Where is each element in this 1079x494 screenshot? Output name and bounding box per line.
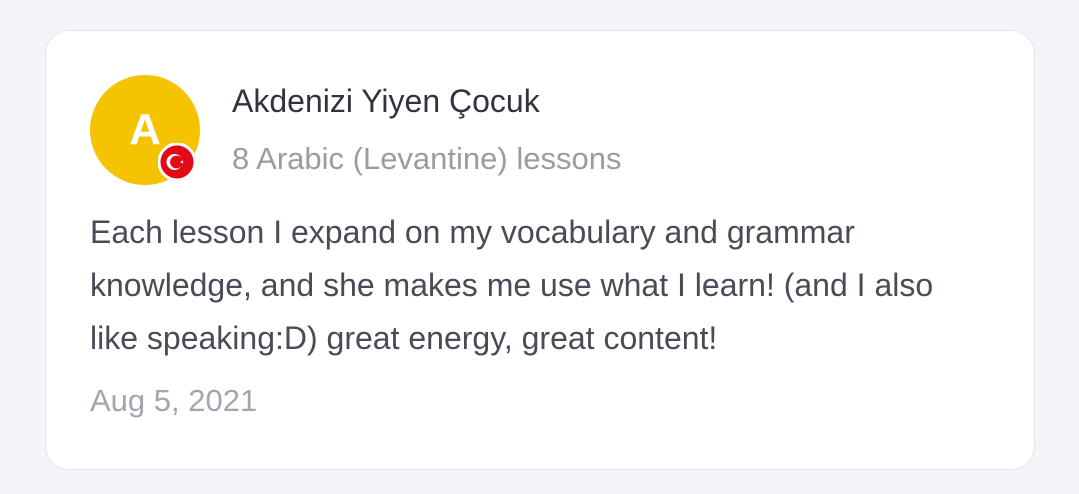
lessons-summary: 8 Arabic (Levantine) lessons	[232, 141, 622, 176]
review-date: Aug 5, 2021	[90, 383, 258, 418]
turkey-flag-icon	[158, 143, 196, 181]
review-text: Each lesson I expand on my vocabulary an…	[90, 214, 934, 356]
reviewer-name: Akdenizi Yiyen Çocuk	[232, 83, 540, 119]
review-card: A Akdenizi Yiyen Çocuk 8 Arabic (Levanti…	[45, 30, 1035, 470]
avatar-initial: A	[129, 105, 161, 154]
